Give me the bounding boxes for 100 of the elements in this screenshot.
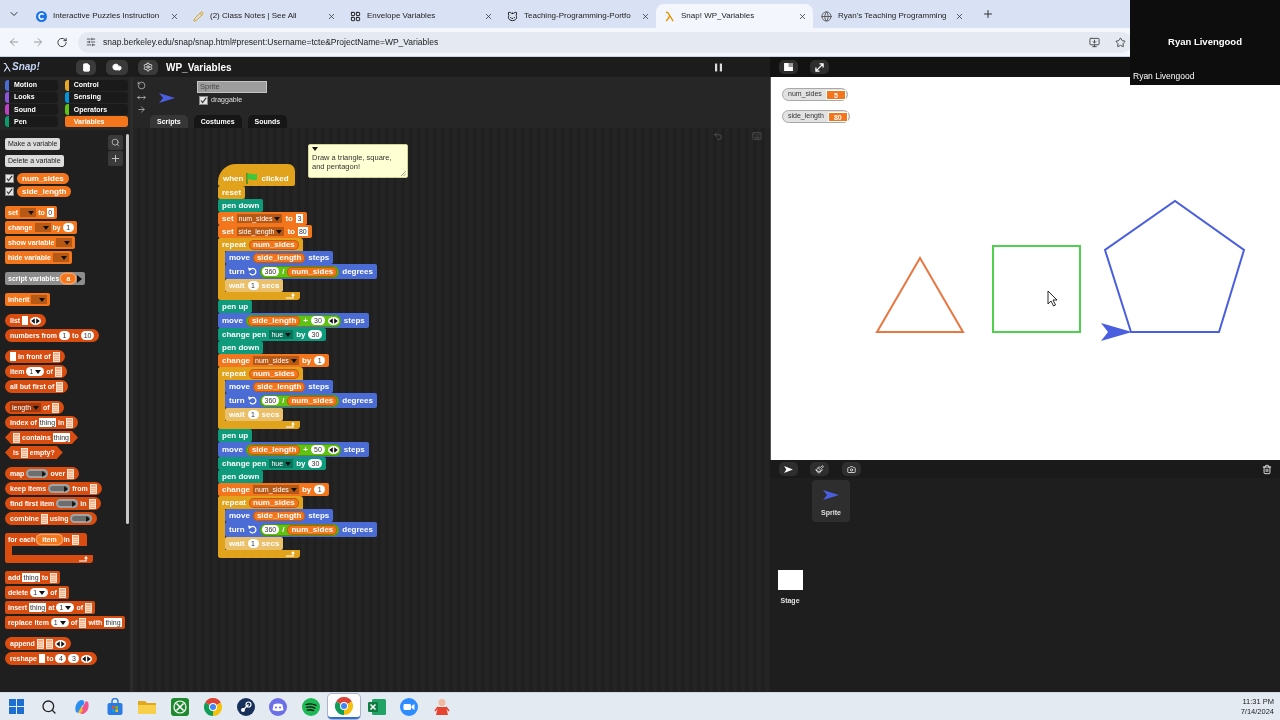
dropdown-slot[interactable] xyxy=(34,223,51,232)
settings-button[interactable] xyxy=(138,59,158,75)
close-icon[interactable] xyxy=(170,11,179,21)
command-block[interactable]: pen down xyxy=(218,341,264,354)
list-icon[interactable] xyxy=(79,617,87,628)
checkbox[interactable] xyxy=(5,187,14,196)
list-icon[interactable] xyxy=(56,381,64,392)
dropdown-slot[interactable] xyxy=(56,238,73,247)
browser-tab[interactable]: Envelope Variables xyxy=(342,4,499,28)
loop-arrow-icon xyxy=(286,422,296,428)
caret-down-icon xyxy=(65,605,72,610)
caret-down-icon xyxy=(290,487,297,492)
swirl-icon xyxy=(72,697,91,716)
browser-tab[interactable]: Teaching-Programming-Portfo xyxy=(499,4,656,28)
add-button[interactable] xyxy=(108,151,123,166)
arrow-right-icon[interactable] xyxy=(77,274,83,283)
list-icon[interactable] xyxy=(52,351,60,362)
list-icon[interactable] xyxy=(88,498,96,509)
list-icon[interactable] xyxy=(40,513,48,524)
text-slot[interactable] xyxy=(38,654,45,663)
arrows-icon[interactable] xyxy=(81,654,93,663)
scrollbar[interactable] xyxy=(126,134,129,524)
address-bar[interactable]: snap.berkeley.edu/snap/snap.html#present:Username=tcte&ProjectName=WP_Variables xyxy=(78,31,1132,53)
fullscreen-button[interactable] xyxy=(810,60,829,74)
command-block[interactable]: move side_length steps xyxy=(225,251,334,264)
plus-icon[interactable] xyxy=(982,8,994,20)
close-icon[interactable] xyxy=(484,11,493,21)
command-block[interactable]: pen up xyxy=(218,429,253,442)
list-icon[interactable] xyxy=(66,417,74,428)
arrows-icon[interactable] xyxy=(327,445,339,454)
cloud-icon xyxy=(112,62,122,72)
list-icon[interactable] xyxy=(58,587,66,598)
ring-slot[interactable] xyxy=(70,514,93,523)
close-icon[interactable] xyxy=(641,11,650,21)
command-block[interactable]: move side_length steps xyxy=(225,509,334,522)
browser-tab[interactable]: (2) Class Notes | See All xyxy=(185,4,342,28)
left-right-arrows-icon[interactable] xyxy=(137,93,146,102)
list-icon[interactable] xyxy=(67,468,75,479)
close-icon[interactable] xyxy=(955,11,964,21)
list-icon[interactable] xyxy=(36,638,44,649)
list-icon[interactable] xyxy=(50,572,58,583)
install-icon[interactable] xyxy=(1089,36,1100,48)
circle-logo-icon xyxy=(36,10,47,22)
arrow-sprite-icon xyxy=(159,93,175,103)
list-icon[interactable] xyxy=(20,447,28,458)
ring-slot[interactable] xyxy=(48,484,71,493)
turtle-button[interactable] xyxy=(779,462,798,476)
flag-icon xyxy=(246,173,259,184)
arrows-icon[interactable] xyxy=(54,639,66,648)
caret-down-icon xyxy=(59,620,66,625)
command-block[interactable]: pen up xyxy=(218,300,253,313)
ring-slot[interactable] xyxy=(26,469,49,478)
rotate-icon[interactable] xyxy=(137,81,146,90)
rotate-left-icon xyxy=(247,267,257,276)
caret-down-icon xyxy=(290,358,297,363)
trash-icon[interactable] xyxy=(1262,463,1272,475)
search-button[interactable] xyxy=(108,135,123,150)
close-icon[interactable] xyxy=(798,11,807,21)
browser-tab[interactable]: Interactive Puzzles Instruction xyxy=(28,4,185,28)
dropdown-slot[interactable] xyxy=(20,208,37,217)
resize-handle-icon[interactable] xyxy=(401,171,406,176)
arrow-icon xyxy=(784,465,793,473)
text-slot[interactable] xyxy=(22,316,29,325)
stage-size-button[interactable] xyxy=(779,60,798,74)
list-icon[interactable] xyxy=(51,402,59,413)
command-block[interactable]: pen down xyxy=(218,470,264,483)
list-icon[interactable] xyxy=(71,534,79,545)
command-block[interactable]: move side_length steps xyxy=(225,380,334,393)
list-icon[interactable] xyxy=(13,432,20,443)
arrows-icon[interactable] xyxy=(30,316,42,325)
stage-thumbnail[interactable] xyxy=(777,570,803,590)
list-icon[interactable] xyxy=(85,602,92,613)
loop-arrow-icon xyxy=(286,551,296,557)
folder-icon xyxy=(138,698,157,715)
site-info-icon[interactable] xyxy=(86,37,96,47)
file-button[interactable] xyxy=(76,59,96,75)
close-icon[interactable] xyxy=(327,11,336,21)
dropdown-slot[interactable] xyxy=(52,253,69,262)
cloud-button[interactable] xyxy=(106,59,128,75)
camera-button[interactable] xyxy=(842,462,861,476)
checkbox[interactable] xyxy=(199,95,208,105)
paint-button[interactable] xyxy=(810,462,829,476)
settings-icon xyxy=(143,62,153,72)
browser-tab[interactable]: Ryan's Teaching Programming xyxy=(813,4,970,28)
figure-icon xyxy=(433,697,452,716)
star-icon[interactable] xyxy=(1115,36,1126,48)
arrow-right-icon[interactable] xyxy=(137,105,146,114)
arrows-icon[interactable] xyxy=(327,316,339,325)
command-block[interactable]: pen down xyxy=(218,199,264,212)
list-icon[interactable] xyxy=(89,483,97,494)
arrow-right-icon xyxy=(64,485,69,492)
browser-tab[interactable]: Snap! WP_Variables xyxy=(656,4,813,28)
cursor-icon xyxy=(1047,290,1058,307)
checkbox[interactable] xyxy=(5,174,14,183)
list-icon[interactable] xyxy=(54,366,62,377)
dropdown-slot[interactable] xyxy=(31,295,48,304)
ring-slot[interactable] xyxy=(56,499,79,508)
bars-icon[interactable] xyxy=(715,62,722,72)
caret-down-icon xyxy=(28,210,35,215)
caret-down-icon xyxy=(285,461,292,466)
